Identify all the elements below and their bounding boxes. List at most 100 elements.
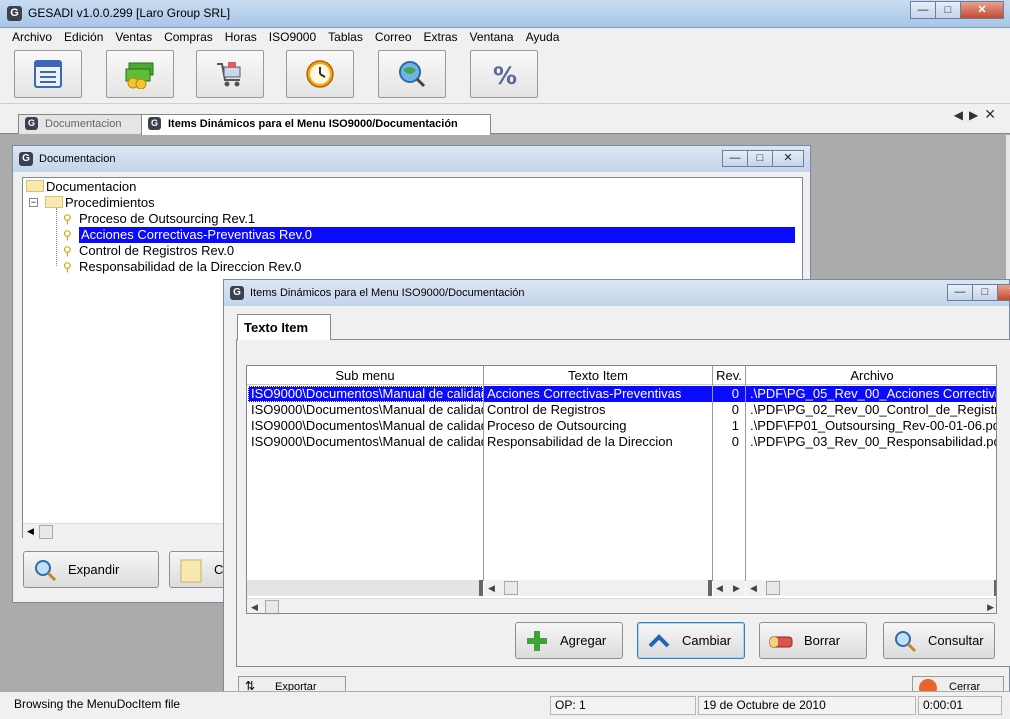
column-header-rev[interactable]: Rev.: [713, 366, 745, 385]
toolbar-purchases-button[interactable]: [196, 50, 264, 98]
menu-tablas[interactable]: Tablas: [322, 28, 369, 46]
column-scrollbar[interactable]: ◀ ▶: [713, 580, 745, 596]
scroll-thumb[interactable]: [766, 581, 780, 595]
tab-next-icon[interactable]: ▶: [969, 108, 984, 122]
column-scrollbar[interactable]: ◀: [746, 580, 996, 596]
window-title-bar: G Documentacion — □ ✕: [13, 146, 810, 172]
tab-texto-item[interactable]: Texto Item: [237, 314, 331, 340]
magnifier-icon: [32, 557, 58, 583]
close-button[interactable]: ✕: [960, 1, 1004, 19]
tree-item[interactable]: ⚲ Responsabilidad de la Direccion Rev.0: [63, 259, 301, 275]
menu-ventas[interactable]: Ventas: [109, 28, 158, 46]
eraser-icon: [768, 628, 794, 654]
menu-ayuda[interactable]: Ayuda: [520, 28, 566, 46]
collapse-toggle[interactable]: −: [29, 198, 38, 207]
cell-archivo: .\PDF\PG_02_Rev_00_Control_de_Registros.…: [750, 402, 997, 417]
close-button[interactable]: ✕: [772, 150, 804, 167]
scroll-thumb[interactable]: [39, 525, 53, 539]
table-row[interactable]: ISO9000\Documentos\Manual de calidad Res…: [247, 434, 996, 450]
delete-button[interactable]: Borrar: [759, 622, 867, 659]
tree-item[interactable]: ⚲ Proceso de Outsourcing Rev.1: [63, 211, 255, 227]
app-icon[interactable]: G: [230, 286, 244, 300]
scroll-left-icon[interactable]: ◀: [488, 583, 495, 594]
table-row[interactable]: ISO9000\Documentos\Manual de calidad Con…: [247, 402, 997, 418]
table-row[interactable]: ISO9000\Documentos\Manual de calidad Pro…: [247, 418, 996, 434]
column-scrollbar[interactable]: ◀: [484, 580, 712, 596]
cell-archivo: .\PDF\PG_05_Rev_00_Acciones Correctivas-…: [746, 386, 996, 402]
clock-icon: [306, 60, 334, 88]
cell-texto: Acciones Correctivas-Preventivas: [484, 386, 712, 402]
plus-icon: [524, 628, 550, 654]
scroll-left-icon[interactable]: ◀: [750, 583, 757, 594]
scroll-right-icon[interactable]: ▶: [987, 602, 994, 613]
table-row[interactable]: ISO9000\Documentos\Manual de calidad Acc…: [247, 386, 996, 402]
window-title: Documentacion: [39, 153, 116, 165]
column-header-archivo[interactable]: Archivo: [746, 366, 996, 385]
menu-edicion[interactable]: Edición: [58, 28, 109, 46]
magnifier-icon: [892, 628, 918, 654]
scroll-left-icon[interactable]: ◀: [27, 526, 34, 537]
menu-iso9000[interactable]: ISO9000: [263, 28, 322, 46]
window-controls: — □ ✕: [947, 284, 1010, 301]
window-title-bar: G Items Dinámicos para el Menu ISO9000/D…: [224, 280, 1010, 306]
scroll-left-icon[interactable]: ◀: [716, 583, 723, 594]
change-button[interactable]: Cambiar: [637, 622, 745, 659]
scroll-thumb[interactable]: [265, 600, 279, 613]
toolbar-sales-button[interactable]: [106, 50, 174, 98]
minimize-button[interactable]: —: [947, 284, 973, 301]
scroll-thumb[interactable]: [504, 581, 518, 595]
menu-horas[interactable]: Horas: [219, 28, 263, 46]
column-scrollbar[interactable]: [247, 580, 483, 596]
scroll-right-icon[interactable]: ▶: [733, 583, 740, 594]
menu-archivo[interactable]: Archivo: [6, 28, 58, 46]
toolbar-list-button[interactable]: [14, 50, 82, 98]
tab-label: Documentacion: [45, 118, 122, 130]
toolbar-hours-button[interactable]: [286, 50, 354, 98]
cell-texto: Control de Registros: [487, 402, 606, 417]
collapse-button[interactable]: C: [169, 551, 229, 588]
maximize-button[interactable]: □: [935, 1, 961, 19]
menu-compras[interactable]: Compras: [158, 28, 219, 46]
chevron-up-icon: [646, 628, 672, 654]
toolbar: %: [0, 46, 1010, 104]
document-tab-strip: G Documentacion G Items Dinámicos para e…: [0, 104, 1010, 135]
svg-text:%: %: [493, 62, 517, 90]
menu-ventana[interactable]: Ventana: [464, 28, 520, 46]
scroll-end: [479, 580, 483, 596]
maximize-button[interactable]: □: [972, 284, 998, 301]
column-header-texto[interactable]: Texto Item: [484, 366, 712, 385]
menu-correo[interactable]: Correo: [369, 28, 418, 46]
minimize-button[interactable]: —: [910, 1, 936, 19]
tab-close-icon[interactable]: ✕: [984, 106, 1002, 122]
app-icon[interactable]: G: [19, 152, 33, 166]
key-icon: ⚲: [63, 260, 72, 274]
items-dinamicos-window: G Items Dinámicos para el Menu ISO9000/D…: [223, 279, 1010, 700]
query-button[interactable]: Consultar: [883, 622, 995, 659]
tab-navigation: ◀▶✕: [954, 106, 1002, 123]
tree-line: [56, 208, 57, 266]
button-label: C: [214, 562, 224, 577]
tree-item[interactable]: ⚲ Control de Registros Rev.0: [63, 243, 234, 259]
tab-prev-icon[interactable]: ◀: [954, 108, 969, 122]
tree-label: Procedimientos: [65, 195, 155, 210]
menu-extras[interactable]: Extras: [418, 28, 464, 46]
column-header-submenu[interactable]: Sub menu: [247, 366, 483, 385]
add-button[interactable]: Agregar: [515, 622, 623, 659]
tree-root[interactable]: Documentacion: [26, 179, 136, 195]
expand-button[interactable]: Expandir: [23, 551, 159, 588]
toolbar-search-button[interactable]: [378, 50, 446, 98]
tab-documentacion[interactable]: G Documentacion: [18, 114, 142, 134]
tree-folder-procedimientos[interactable]: Procedimientos: [45, 195, 155, 211]
minimize-button[interactable]: —: [722, 150, 748, 167]
toolbar-percent-button[interactable]: %: [470, 50, 538, 98]
maximize-button[interactable]: □: [747, 150, 773, 167]
money-icon: [125, 62, 154, 89]
app-icon[interactable]: G: [7, 6, 22, 21]
close-button[interactable]: ✕: [997, 284, 1010, 301]
scroll-left-icon[interactable]: ◀: [251, 602, 258, 613]
items-grid[interactable]: Sub menu Texto Item Rev. Archivo ISO9000…: [246, 365, 997, 614]
grid-horizontal-scrollbar[interactable]: ◀ ▶: [247, 598, 996, 613]
tree-item[interactable]: ⚲ Acciones Correctivas-Preventivas Rev.0: [63, 227, 803, 243]
cell-rev: 0: [713, 386, 745, 402]
tab-items-dinamicos[interactable]: G Items Dinámicos para el Menu ISO9000/D…: [141, 114, 491, 135]
